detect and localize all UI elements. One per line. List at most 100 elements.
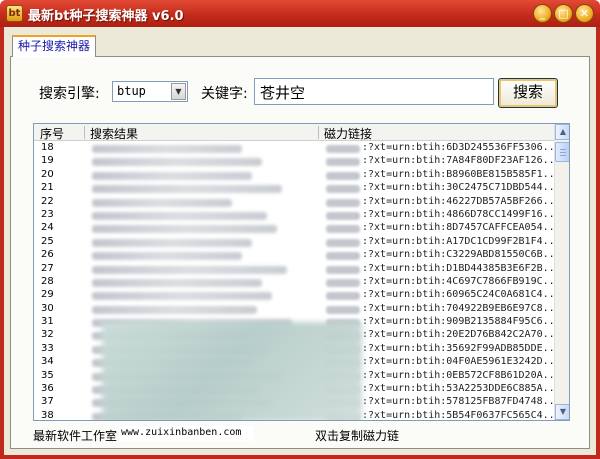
- chevron-down-icon[interactable]: ▼: [171, 83, 186, 100]
- row-number: 19: [41, 155, 54, 167]
- table-row[interactable]: 26:?xt=urn:btih:C3229ABD81550C6B...: [34, 249, 561, 262]
- blurred-result-title: [92, 305, 257, 314]
- row-number: 33: [41, 342, 54, 354]
- title-bar[interactable]: bt 最新bt种子搜索神器 v6.0 _ □ ✕: [0, 0, 600, 27]
- table-row[interactable]: 18:?xt=urn:btih:6D3D245536FF5306...: [34, 142, 561, 155]
- close-button[interactable]: ✕: [575, 4, 594, 23]
- row-magnet-link[interactable]: :?xt=urn:btih:704922B9EB6E97C8...: [362, 303, 561, 314]
- results-list[interactable]: 序号 搜索结果 磁力链接 18:?xt=urn:btih:6D3D245536F…: [33, 123, 570, 421]
- row-magnet-link[interactable]: :?xt=urn:btih:46227DB57A5BF266...: [362, 196, 561, 207]
- row-magnet-link[interactable]: :?xt=urn:btih:5B54F0637FC565C4...: [362, 410, 561, 420]
- blurred-result-title: [92, 252, 242, 261]
- row-magnet-link[interactable]: :?xt=urn:btih:4866D78CC1499F16...: [362, 209, 561, 220]
- copy-hint: 双击复制磁力链: [315, 429, 400, 443]
- scroll-up-icon[interactable]: ▲: [555, 124, 569, 140]
- minimize-button[interactable]: _: [533, 4, 552, 23]
- row-number: 34: [41, 356, 54, 368]
- studio-label: 最新软件工作室 -: [33, 429, 126, 443]
- row-magnet-link[interactable]: :?xt=urn:btih:04F0AE5961E3242D...: [362, 356, 561, 367]
- row-magnet-link[interactable]: :?xt=urn:btih:7A84F80DF23AF126...: [362, 155, 561, 166]
- blurred-result-title: [92, 278, 262, 287]
- blurred-magnet-prefix: [326, 278, 360, 287]
- blurred-result-title: [92, 158, 262, 167]
- engine-select[interactable]: btup ▼: [112, 81, 188, 102]
- row-number: 24: [41, 222, 54, 234]
- blurred-magnet-prefix: [326, 171, 360, 180]
- tab-torrent-search[interactable]: 种子搜索神器: [12, 35, 96, 57]
- blurred-magnet-prefix: [326, 225, 360, 234]
- engine-label: 搜索引擎:: [39, 86, 100, 102]
- blurred-magnet-prefix: [326, 238, 360, 247]
- row-magnet-link[interactable]: :?xt=urn:btih:0EB572CF8B61D20A...: [362, 370, 561, 381]
- row-magnet-link[interactable]: :?xt=urn:btih:35692F99ADB85DDE...: [362, 343, 561, 354]
- keyword-label: 关键字:: [201, 86, 248, 102]
- table-row[interactable]: 27:?xt=urn:btih:D1BD44385B3E6F2B...: [34, 263, 561, 276]
- blurred-result-title: [92, 238, 252, 247]
- app-icon: bt: [6, 5, 23, 22]
- row-magnet-link[interactable]: :?xt=urn:btih:8D7457CAFFCEA054...: [362, 222, 561, 233]
- column-header-magnet[interactable]: 磁力链接: [324, 125, 372, 142]
- row-magnet-link[interactable]: :?xt=urn:btih:30C2475C71DBD544...: [362, 182, 561, 193]
- blurred-magnet-prefix: [326, 252, 360, 261]
- scroll-thumb[interactable]: [555, 142, 569, 162]
- engine-select-value: btup: [117, 84, 146, 98]
- table-row[interactable]: 23 :?xt=urn:btih:4866D78CC1499F16...: [34, 208, 561, 222]
- blurred-result-title: [92, 171, 252, 180]
- column-header-result[interactable]: 搜索结果: [90, 125, 138, 142]
- column-divider: [84, 126, 85, 139]
- vertical-scrollbar[interactable]: ▲ ▼: [554, 124, 569, 420]
- search-button[interactable]: 搜索: [498, 78, 558, 108]
- table-row[interactable]: 25 :?xt=urn:btih:A17DC1CD99F2B1F4...: [34, 235, 561, 249]
- column-header-no[interactable]: 序号: [40, 125, 64, 142]
- row-magnet-link[interactable]: :?xt=urn:btih:60965C24C0A681C4...: [362, 289, 561, 300]
- row-magnet-link[interactable]: :?xt=urn:btih:B8960BE815B585F1...: [362, 169, 561, 180]
- row-number: 28: [41, 275, 54, 287]
- row-number: 38: [41, 409, 54, 421]
- row-magnet-link[interactable]: :?xt=urn:btih:4C697C7866FB919C...: [362, 276, 561, 287]
- table-row[interactable]: 28 :?xt=urn:btih:4C697C7866FB919C...: [34, 275, 561, 289]
- maximize-button[interactable]: □: [554, 4, 573, 23]
- row-magnet-link[interactable]: :?xt=urn:btih:20E2D76B842C2A70...: [362, 329, 561, 340]
- row-number: 29: [41, 289, 54, 301]
- blurred-magnet-prefix: [326, 185, 360, 194]
- scroll-down-icon[interactable]: ▼: [555, 404, 569, 420]
- row-number: 37: [41, 396, 54, 408]
- blurred-result-title: [92, 292, 272, 301]
- row-number: 23: [41, 208, 54, 220]
- blurred-magnet-prefix: [326, 145, 360, 153]
- table-row[interactable]: 24 :?xt=urn:btih:8D7457CAFFCEA054...: [34, 222, 561, 235]
- row-magnet-link[interactable]: :?xt=urn:btih:A17DC1CD99F2B1F4...: [362, 236, 561, 247]
- row-number: 22: [41, 195, 54, 207]
- table-row[interactable]: 19 :?xt=urn:btih:7A84F80DF23AF126...: [34, 155, 561, 168]
- table-row[interactable]: 22 :?xt=urn:btih:46227DB57A5BF266...: [34, 195, 561, 209]
- table-row[interactable]: 30:?xt=urn:btih:704922B9EB6E97C8...: [34, 303, 561, 316]
- client-area: 种子搜索神器 搜索引擎: btup ▼ 关键字: 苍井空 搜索 序号 搜索结果 …: [4, 27, 596, 455]
- table-row[interactable]: 29 :?xt=urn:btih:60965C24C0A681C4...: [34, 289, 561, 302]
- website-link[interactable]: www.zuixinbanben.com: [119, 426, 253, 441]
- blurred-result-title: [92, 225, 277, 234]
- column-divider: [318, 126, 319, 139]
- keyword-input[interactable]: 苍井空: [254, 78, 494, 105]
- blurred-magnet-prefix: [326, 305, 360, 314]
- row-magnet-link[interactable]: :?xt=urn:btih:6D3D245536FF5306...: [362, 142, 561, 153]
- row-number: 31: [41, 316, 54, 328]
- app-window: bt 最新bt种子搜索神器 v6.0 _ □ ✕ 种子搜索神器 搜索引擎: bt…: [0, 0, 600, 459]
- window-title: 最新bt种子搜索神器 v6.0: [28, 9, 184, 24]
- row-magnet-link[interactable]: :?xt=urn:btih:C3229ABD81550C6B...: [362, 249, 561, 260]
- status-bar: 最新软件工作室 - www.zuixinbanben.com 双击复制磁力链: [33, 425, 570, 443]
- list-header: 序号 搜索结果 磁力链接: [34, 124, 554, 141]
- blurred-result-title: [92, 198, 232, 207]
- blurred-result-title: [92, 145, 242, 153]
- row-magnet-link[interactable]: :?xt=urn:btih:53A2253DDE6C885A...: [362, 383, 561, 394]
- row-number: 32: [41, 329, 54, 341]
- row-magnet-link[interactable]: :?xt=urn:btih:578125FB87FD4748...: [362, 396, 561, 407]
- table-row[interactable]: 21 :?xt=urn:btih:30C2475C71DBD544...: [34, 182, 561, 195]
- blurred-result-title: [92, 185, 282, 194]
- row-number: 25: [41, 235, 54, 247]
- row-magnet-link[interactable]: :?xt=urn:btih:D1BD44385B3E6F2B...: [362, 263, 561, 274]
- table-row[interactable]: 20:?xt=urn:btih:B8960BE815B585F1...: [34, 169, 561, 182]
- blurred-magnet-prefix: [326, 265, 360, 274]
- row-magnet-link[interactable]: :?xt=urn:btih:909B2135884F95C6...: [362, 316, 561, 327]
- blurred-magnet-prefix: [326, 198, 360, 207]
- row-number: 21: [41, 182, 54, 194]
